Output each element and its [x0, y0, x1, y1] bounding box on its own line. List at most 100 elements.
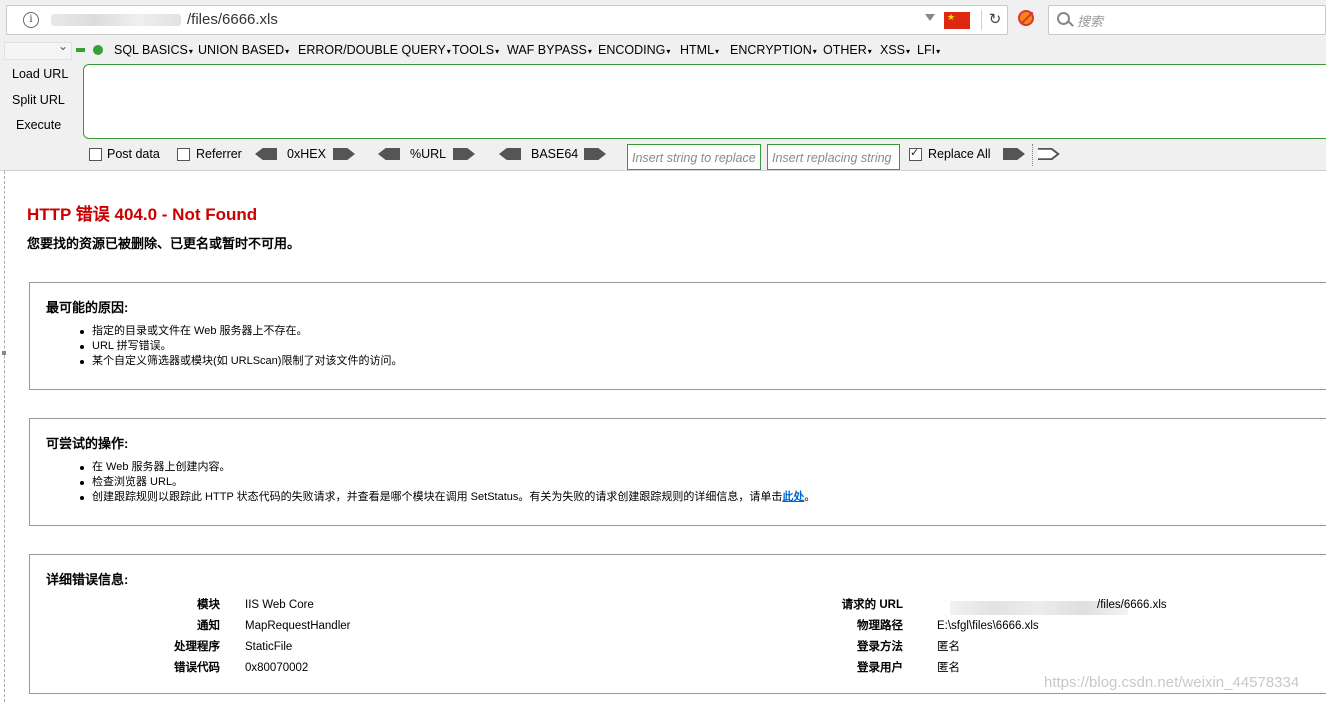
- list-item: URL 拼写错误。: [80, 339, 402, 354]
- detail-value: StaticFile: [245, 641, 293, 653]
- table-row: 错误代码 0x80070002: [30, 658, 430, 679]
- hex-label: 0xHEX: [287, 147, 326, 161]
- url-dropdown-icon[interactable]: [925, 14, 935, 21]
- causes-title: 最可能的原因:: [46, 300, 129, 315]
- detail-key: 物理路径: [857, 620, 903, 632]
- search-input[interactable]: 搜索: [1048, 5, 1326, 35]
- causes-list: 指定的目录或文件在 Web 服务器上不存在。 URL 拼写错误。 某个自定义筛选…: [80, 324, 402, 369]
- referrer-label: Referrer: [196, 147, 242, 161]
- url-encode-arrow-icon[interactable]: [453, 148, 475, 160]
- detail-key: 处理程序: [174, 641, 220, 653]
- list-item: 指定的目录或文件在 Web 服务器上不存在。: [80, 324, 402, 339]
- replace-arrow-icon[interactable]: [1003, 148, 1025, 160]
- actions-list: 在 Web 服务器上创建内容。 检查浏览器 URL。 创建跟踪规则以跟踪此 HT…: [80, 460, 815, 505]
- details-right-table: 请求的 URL /files/6666.xls 物理路径 E:\sfgl\fil…: [630, 595, 1280, 679]
- list-item: 检查浏览器 URL。: [80, 475, 815, 490]
- list-item: 创建跟踪规则以跟踪此 HTTP 状态代码的失败请求，并查看是哪个模块在调用 Se…: [80, 490, 815, 505]
- details-left-table: 模块 IIS Web Core 通知 MapRequestHandler 处理程…: [30, 595, 430, 679]
- detail-value: IIS Web Core: [245, 599, 314, 611]
- referrer-checkbox[interactable]: [177, 148, 190, 161]
- detail-value: 匿名: [937, 662, 960, 674]
- increase-icon[interactable]: [93, 45, 103, 55]
- menu-encryption[interactable]: ENCRYPTION: [730, 43, 817, 57]
- detail-key: 登录方法: [857, 641, 903, 653]
- url-decode-arrow-icon[interactable]: [378, 148, 400, 160]
- insert-replacing-input[interactable]: Insert replacing string: [767, 144, 900, 170]
- decrease-icon[interactable]: [76, 48, 85, 52]
- error-title: HTTP 错误 404.0 - Not Found: [27, 205, 258, 224]
- execute-button[interactable]: Execute: [16, 118, 61, 132]
- detail-key: 错误代码: [174, 662, 220, 674]
- list-item: 在 Web 服务器上创建内容。: [80, 460, 815, 475]
- url-textarea[interactable]: [83, 64, 1326, 139]
- table-row: 模块 IIS Web Core: [30, 595, 430, 616]
- table-row: 物理路径 E:\sfgl\files\6666.xls: [630, 616, 1280, 637]
- hackbar-options: Post data Referrer 0xHEX %URL BASE64 Ins…: [0, 144, 1326, 170]
- post-data-checkbox[interactable]: [89, 148, 102, 161]
- table-row: 处理程序 StaticFile: [30, 637, 430, 658]
- table-row: 登录方法 匿名: [630, 637, 1280, 658]
- menu-union-based[interactable]: UNION BASED: [198, 43, 289, 57]
- details-box: 详细错误信息: 模块 IIS Web Core 通知 MapRequestHan…: [29, 554, 1326, 694]
- detail-value: MapRequestHandler: [245, 620, 351, 632]
- menu-other[interactable]: OTHER: [823, 43, 872, 57]
- actions-title: 可尝试的操作:: [46, 436, 129, 451]
- menu-tools[interactable]: TOOLS: [452, 43, 499, 57]
- replace-reverse-arrow-icon[interactable]: [1038, 148, 1060, 160]
- base64-decode-arrow-icon[interactable]: [499, 148, 521, 160]
- detail-key: 通知: [197, 620, 220, 632]
- trace-rules-link[interactable]: 此处: [782, 491, 804, 503]
- detail-value: 0x80070002: [245, 662, 309, 674]
- search-placeholder: 搜索: [1077, 14, 1104, 29]
- list-item: 某个自定义筛选器或模块(如 URLScan)限制了对该文件的访问。: [80, 354, 402, 369]
- china-flag-icon: ★: [944, 12, 970, 29]
- menu-html[interactable]: HTML: [680, 43, 719, 57]
- insert-string-input[interactable]: Insert string to replace: [627, 144, 761, 170]
- search-icon: [1057, 12, 1070, 25]
- causes-box: 最可能的原因: 指定的目录或文件在 Web 服务器上不存在。 URL 拼写错误。…: [29, 282, 1326, 390]
- hackbar-menu: SQL BASICS UNION BASED ERROR/DOUBLE QUER…: [0, 39, 1326, 62]
- hackbar-version-select[interactable]: [4, 39, 72, 60]
- menu-error-double-query[interactable]: ERROR/DOUBLE QUERY: [298, 43, 451, 57]
- detail-key: 登录用户: [857, 662, 903, 674]
- hackbar-panel: SQL BASICS UNION BASED ERROR/DOUBLE QUER…: [0, 39, 1326, 171]
- menu-waf-bypass[interactable]: WAF BYPASS: [507, 43, 592, 57]
- split-url-button[interactable]: Split URL: [12, 93, 65, 107]
- resize-handle[interactable]: [2, 351, 6, 355]
- post-data-label: Post data: [107, 147, 160, 161]
- hex-decode-arrow-icon[interactable]: [255, 148, 277, 160]
- action-suffix: 。: [804, 491, 816, 503]
- base64-encode-arrow-icon[interactable]: [584, 148, 606, 160]
- redacted-host: [51, 14, 181, 26]
- url-path: /files/6666.xls: [187, 11, 278, 28]
- detail-value: /files/6666.xls: [1097, 599, 1167, 611]
- table-row: 通知 MapRequestHandler: [30, 616, 430, 637]
- action-text: 创建跟踪规则以跟踪此 HTTP 状态代码的失败请求，并查看是哪个模块在调用 Se…: [92, 491, 783, 503]
- detail-key: 请求的 URL: [841, 599, 903, 611]
- resize-guide: [4, 171, 5, 702]
- table-row: 请求的 URL /files/6666.xls: [630, 595, 1280, 616]
- noscript-icon[interactable]: [1018, 10, 1034, 26]
- menu-encoding[interactable]: ENCODING: [598, 43, 670, 57]
- details-title: 详细错误信息:: [46, 572, 129, 587]
- detail-key: 模块: [197, 599, 220, 611]
- detail-value: 匿名: [937, 641, 960, 653]
- info-icon[interactable]: i: [23, 12, 39, 28]
- divider: [1032, 144, 1033, 166]
- address-bar[interactable]: i /files/6666.xls ★ ↻: [6, 5, 1008, 35]
- page-content: HTTP 错误 404.0 - Not Found 您要找的资源已被删除、已更名…: [0, 171, 1326, 702]
- reload-button[interactable]: ↻: [981, 10, 1008, 30]
- menu-lfi[interactable]: LFI: [917, 43, 940, 57]
- browser-toolbar: i /files/6666.xls ★ ↻ 搜索: [0, 0, 1326, 41]
- url-encode-label: %URL: [410, 147, 447, 161]
- watermark: https://blog.csdn.net/weixin_44578334: [1044, 674, 1300, 691]
- replace-all-checkbox[interactable]: [909, 146, 922, 161]
- replace-all-label: Replace All: [928, 147, 991, 161]
- menu-sql-basics[interactable]: SQL BASICS: [114, 43, 193, 57]
- load-url-button[interactable]: Load URL: [12, 67, 68, 81]
- menu-xss[interactable]: XSS: [880, 43, 910, 57]
- actions-box: 可尝试的操作: 在 Web 服务器上创建内容。 检查浏览器 URL。 创建跟踪规…: [29, 418, 1326, 526]
- hex-encode-arrow-icon[interactable]: [333, 148, 355, 160]
- detail-value: E:\sfgl\files\6666.xls: [937, 620, 1039, 632]
- base64-label: BASE64: [531, 147, 579, 161]
